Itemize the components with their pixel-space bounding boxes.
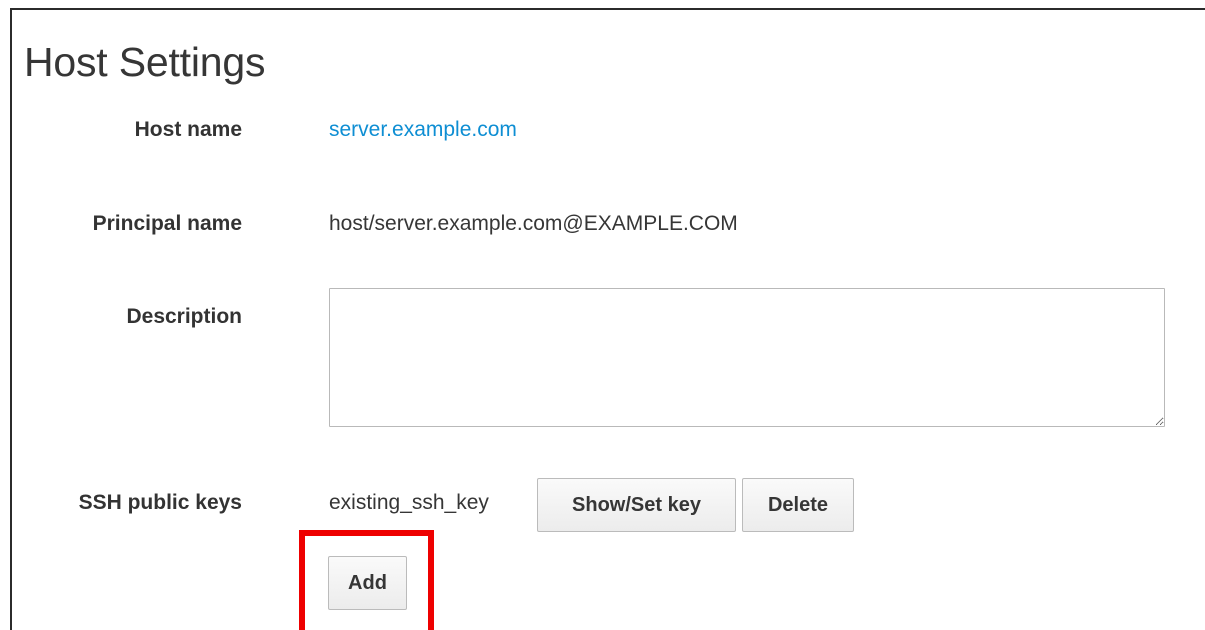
- show-set-key-button[interactable]: Show/Set key: [537, 478, 736, 532]
- description-textarea[interactable]: [329, 288, 1165, 427]
- host-name-link[interactable]: server.example.com: [329, 118, 517, 142]
- ssh-key-name: existing_ssh_key: [329, 491, 489, 514]
- description-label: Description: [126, 305, 242, 328]
- principal-name-label: Principal name: [92, 212, 242, 235]
- principal-name-value: host/server.example.com@EXAMPLE.COM: [329, 212, 738, 235]
- ssh-public-keys-label: SSH public keys: [78, 491, 242, 514]
- host-name-label: Host name: [134, 118, 242, 141]
- delete-key-button[interactable]: Delete: [742, 478, 854, 532]
- add-ssh-key-button[interactable]: Add: [328, 556, 407, 610]
- page-title: Host Settings: [24, 39, 266, 85]
